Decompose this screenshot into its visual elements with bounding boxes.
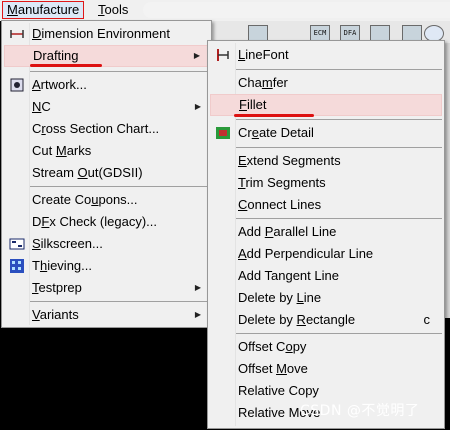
- menubar-blank-area: [143, 2, 450, 18]
- menu-item-label: Silkscreen...: [32, 236, 103, 251]
- menu-item-add-tangent-line[interactable]: Add Tangent Line: [210, 265, 442, 287]
- menu-item-create-coupons[interactable]: Create Coupons...: [4, 189, 209, 211]
- menu-item-label: Trim Segments: [238, 175, 326, 190]
- menu-item-trim-segments[interactable]: Trim Segments: [210, 172, 442, 194]
- menu-bar: Manufacture Tools: [0, 0, 450, 21]
- toolbar-dfa-label: DFA: [343, 29, 357, 37]
- menu-manufacture-label: Manufacture: [7, 2, 80, 17]
- menu-item-offset-copy[interactable]: Offset Copy: [210, 336, 442, 358]
- menu-item-label: Stream Out(GDSII): [32, 165, 143, 180]
- menu-item-label: Artwork...: [32, 77, 87, 92]
- menu-manufacture[interactable]: Manufacture: [2, 1, 85, 19]
- menu-item-cut-marks[interactable]: Cut Marks: [4, 140, 209, 162]
- menu-separator: [236, 119, 442, 120]
- menu-item-label: Drafting: [33, 48, 79, 63]
- menu-item-label: Add Parallel Line: [238, 224, 337, 239]
- menu-item-variants[interactable]: Variants ▶: [4, 304, 209, 326]
- artwork-icon: [10, 78, 24, 92]
- menu-separator: [236, 218, 442, 219]
- menu-separator: [236, 333, 442, 334]
- menu-item-label: Create Coupons...: [32, 192, 138, 207]
- menu-item-thieving[interactable]: Thieving...: [4, 255, 209, 277]
- menu-item-dimension-environment[interactable]: Dimension Environment: [4, 23, 209, 45]
- menu-item-artwork[interactable]: Artwork...: [4, 74, 209, 96]
- submenu-arrow-icon: ▶: [194, 310, 201, 319]
- create-detail-icon: [216, 127, 230, 139]
- menu-tools-label: Tools: [98, 2, 129, 17]
- dimension-icon: [10, 30, 24, 38]
- menu-item-label: Create Detail: [238, 125, 314, 140]
- watermark: CSDN @不觉明了: [300, 403, 420, 419]
- menu-separator: [30, 301, 209, 302]
- menu-separator: [236, 147, 442, 148]
- menu-item-label: Testprep: [32, 280, 82, 295]
- menu-separator: [236, 69, 442, 70]
- menu-item-offset-move[interactable]: Offset Move: [210, 358, 442, 380]
- menu-item-connect-lines[interactable]: Connect Lines: [210, 194, 442, 216]
- menu-item-chamfer[interactable]: Chamfer: [210, 72, 442, 94]
- menu-item-label: Chamfer: [238, 75, 288, 90]
- menu-item-label: Offset Move: [238, 361, 308, 376]
- menu-item-label: Cross Section Chart...: [32, 121, 160, 136]
- menu-item-label: Cut Marks: [32, 143, 92, 158]
- menu-item-extend-segments[interactable]: Extend Segments: [210, 150, 442, 172]
- shortcut-key: c: [423, 312, 431, 327]
- menu-item-stream-out[interactable]: Stream Out(GDSII): [4, 162, 209, 184]
- menu-separator: [30, 71, 209, 72]
- menu-item-label: Extend Segments: [238, 153, 341, 168]
- linefont-icon: [217, 49, 229, 61]
- menu-item-label: Offset Copy: [238, 339, 307, 354]
- menu-item-relative-copy[interactable]: Relative Copy: [210, 380, 442, 402]
- menu-item-label: Dimension Environment: [32, 26, 171, 41]
- menu-item-nc[interactable]: NC ▶: [4, 96, 209, 118]
- silkscreen-icon: [9, 238, 25, 250]
- menu-item-testprep[interactable]: Testprep ▶: [4, 277, 209, 299]
- menu-item-label: Fillet: [239, 97, 267, 112]
- menu-item-label: Relative Copy: [238, 383, 319, 398]
- thieving-icon: [10, 259, 24, 273]
- red-annotation-underline: [30, 64, 102, 67]
- submenu-arrow-icon: ▶: [194, 283, 201, 292]
- red-annotation-underline: [234, 114, 314, 117]
- submenu-arrow-icon: ▶: [194, 102, 201, 111]
- manufacture-dropdown: Dimension Environment Drafting ▶ Artwork…: [1, 20, 212, 328]
- menu-item-add-perpendicular-line[interactable]: Add Perpendicular Line: [210, 243, 442, 265]
- menu-item-create-detail[interactable]: Create Detail: [210, 122, 442, 144]
- menu-item-dfx-check[interactable]: DFx Check (legacy)...: [4, 211, 209, 233]
- toolbar-ecm-label: ECM: [313, 29, 327, 37]
- menu-item-delete-by-line[interactable]: Delete by Line: [210, 287, 442, 309]
- menu-tools[interactable]: Tools: [94, 1, 132, 19]
- menu-item-linefont[interactable]: LineFont: [210, 44, 442, 66]
- menu-separator: [30, 186, 209, 187]
- menu-item-label: Connect Lines: [238, 197, 322, 212]
- menu-item-label: DFx Check (legacy)...: [32, 214, 157, 229]
- menu-item-label: Delete by Line: [238, 290, 322, 305]
- submenu-arrow-icon: ▶: [193, 51, 200, 60]
- menu-item-add-parallel-line[interactable]: Add Parallel Line: [210, 221, 442, 243]
- menu-item-label: Variants: [32, 307, 79, 322]
- menu-item-label: Thieving...: [32, 258, 92, 273]
- menu-item-label: NC: [32, 99, 51, 114]
- drafting-submenu: LineFont Chamfer Fillet Create Detail Ex…: [207, 40, 445, 429]
- menu-item-cross-section-chart[interactable]: Cross Section Chart...: [4, 118, 209, 140]
- menu-item-label: LineFont: [238, 47, 289, 62]
- menu-item-delete-by-rectangle[interactable]: Delete by Rectangle c: [210, 309, 442, 331]
- menu-item-silkscreen[interactable]: Silkscreen...: [4, 233, 209, 255]
- menu-item-label: Delete by Rectangle: [238, 312, 356, 327]
- menu-item-fillet[interactable]: Fillet: [210, 94, 442, 116]
- menu-item-label: Add Perpendicular Line: [238, 246, 374, 261]
- menu-item-label: Add Tangent Line: [238, 268, 339, 283]
